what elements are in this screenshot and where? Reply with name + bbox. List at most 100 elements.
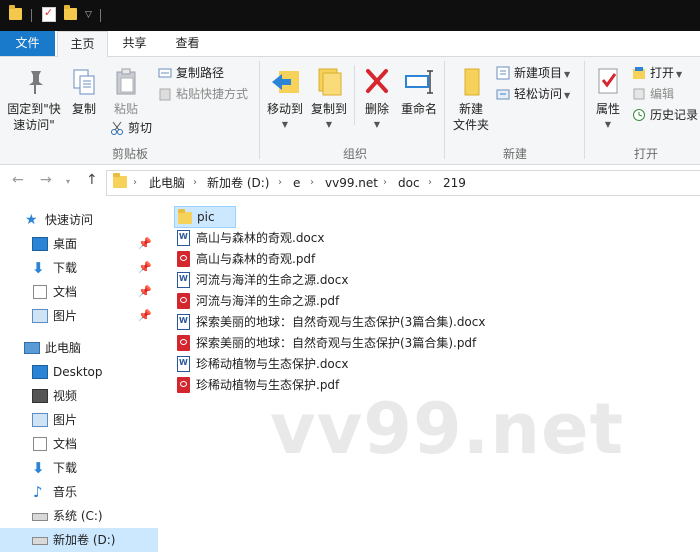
new-item-label: 新建项目 [514,66,563,80]
chevron-down-icon: ▼ [564,70,571,79]
pin-quick-access-button[interactable]: 固定到"快 速访问" [4,67,64,133]
nav-label: 下载 [53,261,78,275]
word-document-icon [177,356,190,372]
copy-label: 复制 [71,102,96,116]
file-name: 高山与森林的奇观.pdf [196,252,316,266]
pin-icon: 📌 [138,261,152,274]
file-name: pic [197,210,215,224]
new-item-icon [496,66,510,80]
pdf-icon [177,377,190,393]
computer-icon [24,342,40,354]
delete-button[interactable]: 删除 ▼ [358,65,396,133]
properties-button[interactable]: 属性 ▼ [588,65,628,133]
open-label: 打开 [650,66,675,80]
pictures-icon [32,309,48,323]
recent-locations-chevron-icon[interactable]: ▾ [66,177,70,186]
download-icon: ⬇ [32,259,45,277]
easy-access-button[interactable]: 轻松访问 ▼ [496,85,570,103]
nav-item-drive-d[interactable]: 新加卷 (D:) [0,528,158,552]
breadcrumb-item[interactable]: 此电脑 [149,171,185,195]
title-bar: ▽ [0,0,700,31]
nav-quick-access[interactable]: ★ 快速访问 [0,208,158,232]
word-document-icon [177,230,190,246]
nav-item-downloads-pc[interactable]: ⬇ 下载 [0,456,158,480]
history-button[interactable]: 历史记录 [632,106,698,124]
tab-view[interactable]: 查看 [165,31,210,56]
nav-item-music[interactable]: ♪ 音乐 [0,480,158,504]
open-icon [632,66,646,80]
copy-button[interactable]: 复制 [66,67,102,117]
breadcrumb-item[interactable]: doc [398,171,420,195]
chevron-down-icon: ▼ [281,120,289,129]
breadcrumb-item[interactable]: e [293,171,300,195]
new-item-button[interactable]: 新建项目 ▼ [496,64,570,82]
cut-button[interactable]: 剪切 [110,119,152,137]
copy-icon [69,67,99,97]
paste-shortcut-label: 粘贴快捷方式 [176,87,249,101]
nav-label: 系统 (C:) [53,509,103,523]
scissors-icon [110,121,124,135]
nav-item-pictures[interactable]: 图片 📌 [0,304,158,328]
nav-item-desktop-pc[interactable]: Desktop [0,360,158,384]
properties-quick-icon[interactable] [42,6,56,22]
navigation-pane: ★ 快速访问 桌面 📌 ⬇ 下载 📌 文档 📌 图片 📌 此电脑 Desktop… [0,204,158,552]
file-name: 河流与海洋的生命之源.pdf [196,294,340,308]
copy-path-button[interactable]: 复制路径 [158,64,224,82]
list-item[interactable]: pic [174,206,236,228]
customize-toolbar-icon[interactable]: ▽ [85,10,92,20]
chevron-down-icon: ▼ [604,120,612,129]
copy-to-button[interactable]: 复制到 ▼ [308,65,350,133]
word-document-icon [177,272,190,288]
ribbon: 固定到"快 速访问" 复制 粘贴 复制路径 粘贴快捷方式 剪切 剪贴板 移动到 … [0,57,700,165]
breadcrumb-item[interactable]: 新加卷 (D:) [207,171,269,195]
new-folder-label: 新建 文件夹 [452,102,489,132]
drive-icon [32,537,48,545]
nav-item-downloads[interactable]: ⬇ 下载 📌 [0,256,158,280]
file-name: 高山与森林的奇观.docx [196,231,325,245]
breadcrumb-separator-icon: › [278,177,282,188]
nav-item-videos[interactable]: 视频 [0,384,158,408]
navigation-bar: ← → ▾ ↑ › 此电脑 › 新加卷 (D:) › e › vv99.net … [0,168,700,196]
new-folder-button[interactable]: 新建 文件夹 [448,65,494,133]
desktop-icon [32,365,48,379]
cut-label: 剪切 [128,121,153,135]
rename-button[interactable]: 重命名 [398,65,440,117]
open-group-label: 打开 [633,147,658,161]
paste-shortcut-button[interactable]: 粘贴快捷方式 [158,85,248,103]
tab-file[interactable]: 文件 [0,31,55,56]
copy-path-icon [158,66,172,80]
breadcrumb-item[interactable]: vv99.net [325,171,378,195]
tab-share[interactable]: 共享 [112,31,157,56]
tab-home[interactable]: 主页 [57,31,108,58]
open-button[interactable]: 打开 ▼ [632,64,682,82]
nav-item-desktop[interactable]: 桌面 📌 [0,232,158,256]
separator [259,61,260,159]
nav-item-pictures-pc[interactable]: 图片 [0,408,158,432]
paste-button[interactable]: 粘贴 [106,67,146,117]
new-folder-quick-icon[interactable] [64,5,77,20]
nav-label: 音乐 [53,485,78,499]
organize-group-label: 组织 [342,147,367,161]
breadcrumb-separator-icon: › [133,177,137,188]
copy-to-label: 复制到 [310,102,347,116]
nav-label: 视频 [53,389,78,403]
back-arrow-icon[interactable]: ← [12,172,24,188]
address-bar[interactable]: › 此电脑 › 新加卷 (D:) › e › vv99.net › doc › … [106,170,700,196]
move-to-button[interactable]: 移动到 ▼ [264,65,306,133]
breadcrumb-item[interactable]: 219 [443,171,466,195]
nav-item-drive-c[interactable]: 系统 (C:) [0,504,158,528]
drive-icon [32,513,48,521]
new-folder-icon [455,65,487,97]
pdf-icon [177,335,190,351]
separator [100,9,101,22]
file-name: 珍稀动植物与生态保护.docx [196,357,349,371]
forward-arrow-icon[interactable]: → [40,172,52,188]
nav-item-documents-pc[interactable]: 文档 [0,432,158,456]
history-icon [632,108,646,122]
up-arrow-icon[interactable]: ↑ [86,172,98,188]
chevron-down-icon: ▼ [676,70,683,79]
pdf-icon [177,251,190,267]
nav-this-pc[interactable]: 此电脑 [0,336,158,360]
nav-item-documents[interactable]: 文档 📌 [0,280,158,304]
edit-button[interactable]: 编辑 [632,85,674,103]
